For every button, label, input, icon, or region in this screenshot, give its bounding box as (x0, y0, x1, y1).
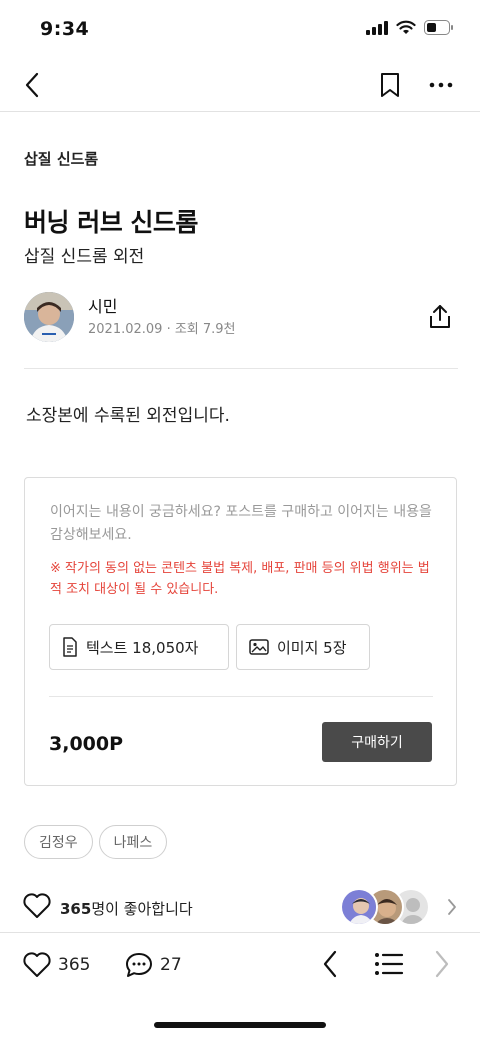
avatar-image (24, 292, 74, 342)
back-button[interactable] (18, 70, 46, 100)
text-length-label: 텍스트 18,050자 (86, 638, 199, 657)
like-button[interactable]: 365 (22, 951, 90, 979)
more-horizontal-icon (429, 82, 453, 88)
list-icon (375, 953, 404, 975)
chevron-left-icon (25, 72, 39, 98)
chevron-right-icon (435, 950, 449, 978)
status-time: 9:34 (40, 18, 90, 40)
post-list-button[interactable] (374, 951, 404, 981)
chevron-right-icon (448, 899, 456, 915)
bottom-action-bar: 365 27 (0, 932, 480, 994)
author-row: 시민 2021.02.09 · 조회 7.9천 (24, 292, 456, 348)
document-icon (63, 637, 77, 657)
tag-list: 김정우 나페스 (24, 825, 168, 859)
heart-icon (23, 893, 51, 918)
share-icon (430, 305, 450, 328)
status-icons (366, 20, 454, 35)
paywall-divider (49, 696, 433, 697)
paywall-description: 이어지는 내용이 궁금하세요? 포스트를 구매하고 이어지는 내용을 감상해보세… (50, 504, 432, 543)
chevron-left-icon (323, 950, 337, 978)
comment-icon (126, 953, 152, 977)
tag-chip[interactable]: 김정우 (24, 825, 93, 859)
likes-summary: 365명이 좋아합니다 (60, 898, 193, 919)
paywall-box: 이어지는 내용이 궁금하세요? 포스트를 구매하고 이어지는 내용을 감상해보세… (24, 477, 457, 786)
liker-avatar (340, 888, 378, 926)
more-button[interactable] (426, 70, 456, 100)
series-link[interactable]: 삽질 신드롬 (24, 148, 98, 169)
post-meta: 2021.02.09 · 조회 7.9천 (88, 322, 236, 337)
home-indicator[interactable] (154, 1022, 326, 1028)
comment-button[interactable]: 27 (124, 951, 182, 979)
image-count-label: 이미지 5장 (277, 638, 347, 657)
previous-post-button[interactable] (320, 949, 340, 983)
post-subtitle: 삽질 신드롬 외전 (24, 247, 145, 267)
author-avatar[interactable] (24, 292, 74, 342)
heart-icon (23, 952, 51, 977)
copyright-warning: ※ 작가의 동의 없는 콘텐츠 불법 복제, 배포, 판매 등의 위법 행위는 … (50, 561, 430, 597)
signal-icon (366, 20, 388, 35)
share-button[interactable] (426, 302, 454, 332)
top-nav-bar (0, 60, 480, 112)
post-body-text: 소장본에 수록된 외전입니다. (26, 406, 230, 426)
liker-avatars (340, 888, 430, 928)
bookmark-icon (381, 73, 399, 97)
post-title: 버닝 러브 신드롬 (24, 208, 198, 237)
comment-count: 27 (160, 955, 182, 975)
divider (24, 368, 458, 369)
text-length-chip: 텍스트 18,050자 (49, 624, 229, 670)
author-name[interactable]: 시민 (88, 293, 117, 317)
like-count: 365 (58, 955, 91, 975)
likes-count: 365 (60, 900, 92, 918)
buy-button[interactable]: 구매하기 (322, 722, 432, 762)
price-label: 3,000P (49, 733, 124, 755)
tag-chip[interactable]: 나페스 (98, 825, 168, 859)
battery-icon (424, 20, 453, 35)
wifi-icon (396, 20, 416, 34)
likes-suffix: 명이 좋아합니다 (91, 900, 193, 918)
status-bar: 9:34 (0, 0, 480, 60)
bookmark-button[interactable] (376, 70, 404, 100)
likes-row[interactable]: 365명이 좋아합니다 (22, 888, 462, 928)
image-icon (249, 639, 269, 655)
next-post-button[interactable] (432, 949, 452, 983)
image-count-chip: 이미지 5장 (236, 624, 370, 670)
